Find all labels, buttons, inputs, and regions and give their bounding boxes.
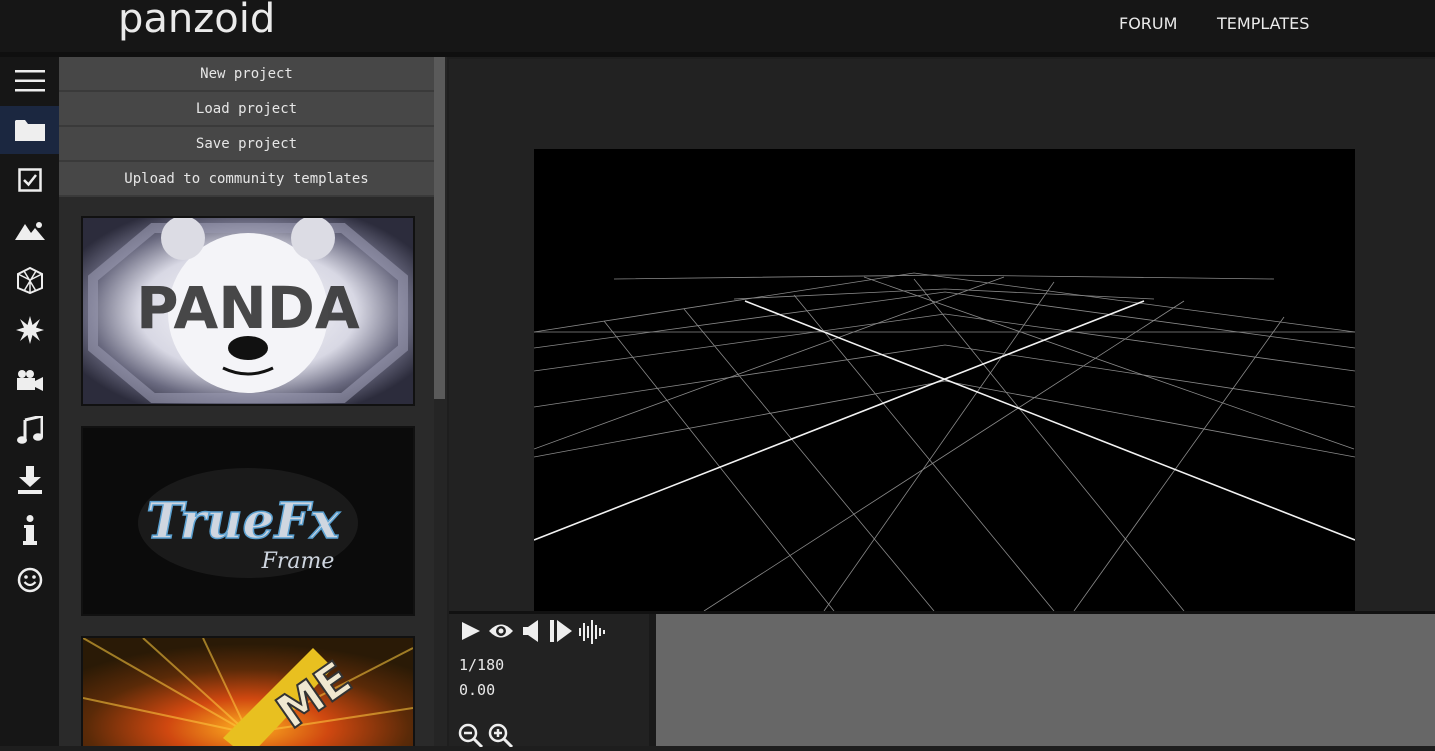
template-thumbnail-burst[interactable]: ME — [81, 636, 415, 746]
play-icon — [462, 622, 480, 640]
folder-icon — [14, 120, 45, 141]
top-bar: panzoid FORUM TEMPLATES — [0, 0, 1435, 52]
panda-template-image: PANDA — [83, 218, 413, 404]
preview-toggle-button[interactable] — [488, 621, 514, 645]
new-project-button[interactable]: New project — [59, 57, 434, 92]
image-icon — [14, 222, 45, 240]
panda-template-text: PANDA — [136, 274, 360, 342]
checkbox-icon — [17, 168, 42, 192]
burst-icon — [15, 316, 44, 344]
load-project-button[interactable]: Load project — [59, 92, 434, 127]
mute-button[interactable] — [522, 620, 540, 646]
waveform-button[interactable] — [579, 620, 605, 648]
rail-item-audio[interactable] — [0, 406, 59, 454]
download-icon — [17, 466, 42, 494]
time-readout: 0.00 — [459, 681, 496, 699]
info-icon — [22, 515, 37, 545]
rail-item-info[interactable] — [0, 506, 59, 554]
zoom-out-button[interactable] — [458, 723, 484, 751]
grid-floor-render — [533, 272, 1356, 612]
burst-template-image: ME — [83, 638, 413, 746]
panzoid-logo[interactable]: panzoid — [118, 0, 275, 42]
truefx-template-subtext: Frame — [261, 549, 335, 574]
timeline-resize-handle[interactable] — [649, 614, 656, 746]
video-camera-icon — [16, 370, 43, 391]
nav-forum-link[interactable]: FORUM — [1119, 14, 1177, 33]
waveform-icon — [579, 620, 605, 644]
eye-icon — [489, 624, 513, 638]
cube-icon — [16, 266, 43, 294]
rail-item-background[interactable] — [0, 206, 59, 254]
zoom-in-icon — [488, 723, 514, 749]
rail-item-feedback[interactable] — [0, 556, 59, 604]
rail-item-export[interactable] — [0, 456, 59, 504]
rail-item-project[interactable] — [0, 106, 59, 154]
frame-counter: 1/180 — [459, 656, 505, 674]
music-note-icon — [16, 416, 43, 444]
project-panel: New project Load project Save project Up… — [59, 57, 434, 746]
preview-canvas[interactable] — [533, 149, 1356, 612]
play-button[interactable] — [461, 621, 481, 645]
save-project-button[interactable]: Save project — [59, 127, 434, 162]
speaker-icon — [523, 620, 538, 642]
template-thumbnail-panda[interactable]: PANDA — [81, 216, 415, 406]
smiley-icon — [17, 567, 42, 593]
upload-template-button[interactable]: Upload to community templates — [59, 162, 434, 197]
rail-item-3d-objects[interactable] — [0, 256, 59, 304]
rail-item-settings[interactable] — [0, 156, 59, 204]
rail-item-camera[interactable] — [0, 356, 59, 404]
hamburger-menu-icon — [14, 70, 45, 92]
truefx-template-text: TrueFx — [146, 491, 341, 550]
panel-scrollbar-thumb[interactable] — [434, 57, 445, 399]
step-forward-icon — [550, 620, 572, 642]
timeline-track[interactable] — [656, 614, 1435, 746]
zoom-out-icon — [458, 723, 484, 749]
rail-item-effects[interactable] — [0, 306, 59, 354]
next-frame-button[interactable] — [549, 620, 573, 646]
template-thumbnail-truefx[interactable]: TrueFx Frame — [81, 426, 415, 616]
zoom-in-button[interactable] — [488, 723, 514, 751]
rail-item-menu[interactable] — [0, 57, 59, 105]
truefx-template-image: TrueFx Frame — [83, 428, 413, 614]
nav-templates-link[interactable]: TEMPLATES — [1217, 14, 1309, 33]
tool-rail — [0, 57, 59, 746]
